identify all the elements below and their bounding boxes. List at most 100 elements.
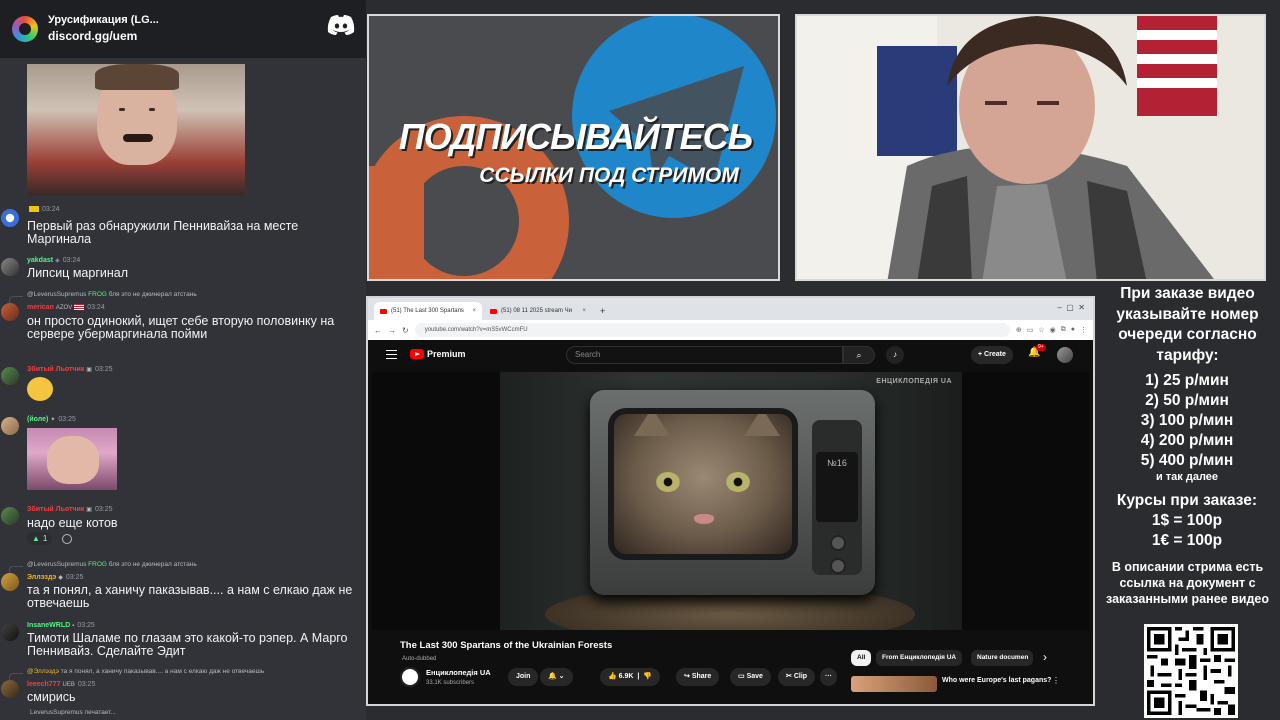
message-text: Липсиц маргинал — [27, 266, 129, 280]
user-avatar[interactable] — [1, 623, 19, 641]
clip-label: Clip — [793, 673, 808, 680]
youtube-logo[interactable]: Premium — [410, 349, 466, 359]
search-button[interactable]: ⌕ — [843, 346, 875, 364]
close-tab-icon[interactable]: × — [472, 308, 476, 314]
reply-preview[interactable]: @LeverusSupremus FROG бля это не джинера… — [27, 291, 197, 298]
message-username[interactable]: InsaneWRLD — [27, 622, 70, 629]
reply-preview[interactable]: @LeverusSupremus FROG бля это не джинера… — [27, 561, 197, 568]
user-avatar[interactable] — [1, 209, 19, 227]
user-avatar[interactable] — [1, 258, 19, 276]
message-reaction[interactable]: ▲ 1 — [27, 532, 53, 545]
youtube-favicon-icon — [380, 308, 387, 314]
subscribed-bell-button[interactable]: 🔔 ⌄ — [540, 668, 573, 686]
join-button[interactable]: Join — [508, 668, 539, 686]
reply-preview[interactable]: @Эллэздэ та я понял, а ханичу паказывав.… — [27, 668, 264, 675]
message-time: 03:25 — [94, 366, 113, 373]
share-icon: ↪ — [684, 673, 690, 680]
user-avatar[interactable] — [1, 303, 19, 321]
message-time: 03:25 — [65, 574, 84, 581]
image-attachment[interactable] — [27, 428, 117, 490]
reply-badge: FROG — [88, 291, 107, 298]
message-username[interactable]: Збитый Льотчик — [27, 506, 84, 513]
message-username[interactable]: (йоле) — [27, 416, 48, 423]
recommended-thumbnail[interactable] — [851, 676, 937, 692]
role-icon: ✦ — [50, 417, 56, 423]
message-username[interactable]: Збитый Льотчик — [27, 366, 84, 373]
message-username[interactable]: yakdast — [27, 257, 53, 264]
like-button[interactable]: 👍 6.9K | 👎 — [600, 668, 660, 686]
message-time: 03:25 — [77, 681, 96, 688]
thumbs-up-icon: 👍 — [608, 673, 617, 680]
message-text: Тимоти Шаламе по глазам это какой-то рэп… — [27, 631, 348, 658]
server-icon[interactable] — [12, 16, 38, 42]
reaction-count: 1 — [42, 534, 48, 543]
clip-button[interactable]: ✂ Clip — [778, 668, 816, 686]
tariff-2: 2) 50 р/мин — [1145, 392, 1229, 409]
reply-text: бля это не джинерал атстань — [108, 291, 197, 298]
image-attachment[interactable] — [27, 64, 245, 195]
browser-tab[interactable]: (51) 08 11 2025 stream Чи × — [484, 302, 592, 320]
nitro-badge-icon: ◈ — [55, 258, 60, 264]
more-actions-button[interactable]: ··· — [820, 668, 837, 686]
tv-knob — [830, 535, 846, 551]
message-username[interactable]: Эллэздэ — [27, 574, 56, 581]
server-name: Урусификация (LG... — [48, 14, 159, 26]
cast-icon[interactable]: ▭ — [1027, 326, 1034, 334]
rates-title: Курсы при заказе: — [1116, 492, 1258, 509]
message-text: та я понял, а ханичу паказывав.... а нам… — [27, 583, 353, 610]
url-field[interactable]: youtube.com/watch?v=mS5vWCcmFU — [414, 323, 1010, 337]
subscriber-count: 33.1K subscribers — [426, 680, 475, 686]
save-button[interactable]: ▭ Save — [730, 668, 771, 686]
user-avatar[interactable] — [1, 417, 19, 435]
chips-next-icon[interactable]: › — [1043, 650, 1047, 664]
add-reaction-icon[interactable] — [62, 534, 72, 544]
message-username[interactable]: merican — [27, 304, 54, 311]
forward-icon[interactable]: → — [388, 326, 396, 335]
reply-text: та я понял, а ханичу паказывав.... а нам… — [60, 668, 265, 675]
user-avatar[interactable] — [1, 367, 19, 385]
chip-all[interactable]: All — [851, 650, 872, 666]
recommended-more-icon[interactable]: ⋮ — [1052, 676, 1060, 685]
account-avatar[interactable] — [1057, 347, 1073, 363]
extension-icon[interactable]: ◉ — [1050, 326, 1056, 334]
message-text: смирись — [27, 690, 76, 704]
recommended-title[interactable]: Who were Europe's last pagans? — [942, 677, 1051, 684]
user-avatar[interactable] — [1, 507, 19, 525]
role-icon: ▪ — [72, 623, 75, 629]
chip-from-channel[interactable]: From Енциклопедія UA — [876, 650, 963, 666]
share-button[interactable]: ↪ Share — [676, 668, 720, 686]
server-invite-link[interactable]: discord.gg/uem — [48, 27, 159, 45]
profile-icon[interactable]: ● — [1071, 326, 1075, 334]
channel-avatar[interactable] — [400, 667, 420, 687]
tariff-4: 4) 200 р/мин — [1140, 432, 1234, 449]
save-icon: ▭ — [738, 673, 745, 680]
tariff-5: 5) 400 р/мин — [1140, 452, 1234, 469]
voice-search-button[interactable]: ♪ — [886, 346, 904, 364]
user-avatar[interactable] — [1, 680, 19, 698]
clip-icon: ✂ — [786, 673, 792, 680]
zoom-icon[interactable]: ⊕ — [1016, 326, 1022, 334]
like-count: 6.9K — [618, 673, 634, 680]
window-controls[interactable]: – ▢ ✕ — [1057, 303, 1085, 312]
browser-tab-active[interactable]: (51) The Last 300 Spartans × — [374, 302, 482, 320]
channel-name[interactable]: Енциклопедія UA — [426, 668, 491, 677]
back-icon[interactable]: ← — [374, 326, 382, 335]
hamburger-menu-icon[interactable] — [386, 350, 397, 359]
search-input[interactable]: Search — [566, 346, 843, 364]
thumbs-down-icon: 👎 — [643, 673, 652, 680]
message-username[interactable]: leeech777 — [27, 681, 60, 688]
close-tab-icon[interactable]: × — [582, 308, 586, 314]
bookmark-icon[interactable]: ☆ — [1038, 326, 1044, 334]
order-instructions: При заказе видео указывайте номер очеред… — [1116, 285, 1259, 364]
new-tab-button[interactable]: + — [594, 302, 611, 320]
create-button[interactable]: + Create — [971, 346, 1013, 364]
chip-nature-documentaries[interactable]: Nature documen — [971, 650, 1033, 666]
video-player[interactable]: ЕНЦИКЛОПЕДІЯ UA №16 — [372, 372, 1089, 630]
share-label: Share — [691, 673, 712, 680]
menu-icon[interactable]: ⋮ — [1080, 326, 1087, 334]
qr-code-icon[interactable] — [1144, 624, 1238, 718]
user-avatar[interactable] — [1, 573, 19, 591]
auto-dubbed-label: Auto-dubbed — [402, 656, 437, 662]
puzzle-icon[interactable]: ⧉ — [1061, 326, 1066, 334]
reload-icon[interactable]: ↻ — [402, 326, 409, 335]
